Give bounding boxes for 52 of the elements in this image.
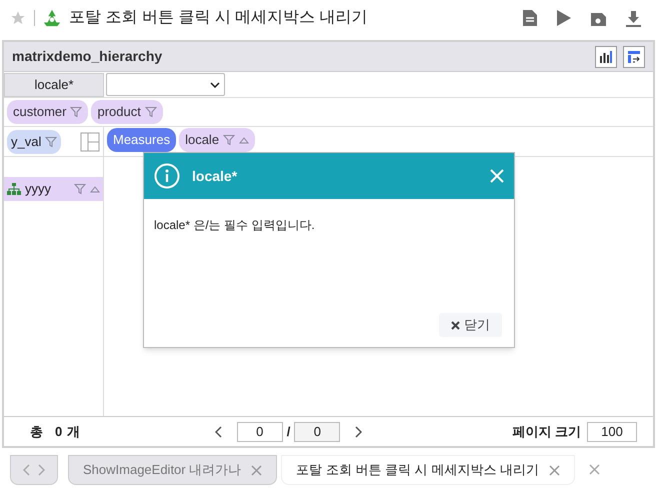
filter-icon[interactable] xyxy=(45,136,58,148)
tab[interactable]: ShowImageEditor 내려가나 xyxy=(68,455,278,485)
close-x-icon xyxy=(451,320,460,330)
page-size-field[interactable]: 100 xyxy=(587,422,637,442)
field-chip[interactable]: y_val xyxy=(7,130,62,154)
filter-icon[interactable] xyxy=(144,106,157,118)
pivot-icon xyxy=(627,50,641,64)
tab[interactable]: 포탈 조회 버튼 클릭 시 메세지박스 내리기 xyxy=(281,455,575,485)
field-chip[interactable]: customer xyxy=(7,100,88,124)
filter-label: locale* xyxy=(4,72,104,96)
panel-title: matrixdemo_hierarchy xyxy=(12,47,162,66)
close-icon[interactable] xyxy=(251,464,262,476)
dialog-title: locale* xyxy=(192,166,238,186)
star-icon[interactable] xyxy=(10,10,26,26)
layout-icon[interactable] xyxy=(80,132,100,152)
page-separator: / xyxy=(286,422,290,441)
row-header[interactable]: yyyy xyxy=(4,177,103,201)
close-all-icon[interactable] xyxy=(588,464,600,475)
filter-icon[interactable] xyxy=(70,106,82,118)
sort-icon[interactable] xyxy=(239,136,250,144)
bar-chart-icon xyxy=(599,50,613,64)
filter-icon[interactable] xyxy=(74,183,86,195)
download-icon[interactable] xyxy=(625,10,642,26)
filter-select[interactable] xyxy=(106,73,225,96)
document-icon[interactable] xyxy=(522,9,538,27)
chart-button[interactable] xyxy=(595,46,617,68)
previous-page-icon[interactable] xyxy=(214,426,223,438)
hierarchy-icon xyxy=(7,183,21,195)
field-chip[interactable]: Measures xyxy=(107,128,176,152)
play-icon[interactable] xyxy=(556,9,572,27)
page-field[interactable]: 0 xyxy=(236,422,283,442)
field-chip[interactable]: locale xyxy=(179,128,256,152)
info-icon xyxy=(154,163,180,189)
app-logo-icon xyxy=(43,9,61,27)
close-button[interactable]: 닫기 xyxy=(439,313,502,337)
chevron-down-icon xyxy=(210,82,220,88)
page-title: 포탈 조회 버튼 클릭 시 메세지박스 내리기 xyxy=(69,8,368,28)
close-icon[interactable] xyxy=(548,464,560,476)
page-count-field: 0 xyxy=(294,422,340,442)
next-page-icon[interactable] xyxy=(354,426,362,438)
chevron-left-icon[interactable] xyxy=(23,464,30,476)
total-count: 0 xyxy=(55,422,62,441)
dialog-message: locale* 은/는 필수 입력입니다. xyxy=(154,218,315,232)
total-label: 총 xyxy=(30,422,43,441)
total-unit: 개 xyxy=(67,422,80,441)
filter-icon[interactable] xyxy=(223,134,236,146)
sort-icon[interactable] xyxy=(90,185,100,193)
tab-nav[interactable] xyxy=(10,455,58,485)
field-chip[interactable]: product xyxy=(91,100,163,124)
chevron-right-icon[interactable] xyxy=(38,464,45,476)
swap-button[interactable] xyxy=(623,46,645,68)
page-size-label: 페이지 크기 xyxy=(512,422,581,441)
